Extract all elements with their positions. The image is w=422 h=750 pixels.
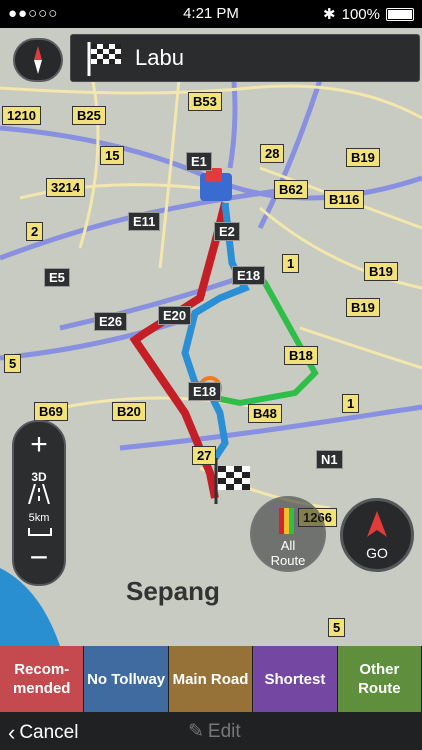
road-label: B25 — [72, 106, 106, 125]
road-label: B116 — [324, 190, 365, 209]
road-label: B53 — [188, 92, 222, 111]
pencil-icon: ✎ — [188, 721, 204, 742]
all-route-button[interactable]: All Route — [250, 496, 326, 572]
all-routes-icon — [279, 508, 294, 534]
road-label: E1 — [186, 152, 212, 171]
scale-bar — [28, 528, 52, 536]
view-mode-3d-button[interactable]: 3D — [14, 470, 64, 484]
battery-percent: 100% — [341, 5, 380, 23]
road-label: E20 — [158, 306, 192, 325]
road-label: E2 — [214, 222, 240, 241]
road-label: 27 — [192, 446, 217, 465]
battery-icon — [386, 7, 414, 21]
destination-name: Labu — [135, 45, 184, 70]
road-label: 3214 — [46, 178, 85, 197]
map-scale-label: 5km — [28, 512, 50, 524]
road-label: 5 — [328, 618, 346, 637]
tab-shortest[interactable]: Shortest — [253, 646, 338, 712]
tab-other-route[interactable]: Other Route — [337, 646, 422, 712]
checkered-flag-icon — [87, 42, 121, 76]
map-place-label: Sepang — [126, 576, 220, 606]
road-label: 1210 — [2, 106, 41, 125]
road-label: E5 — [44, 268, 70, 287]
route-tabs: Recom-mended No Tollway Main Road Shorte… — [0, 646, 422, 712]
go-label: GO — [366, 545, 388, 561]
compass-button[interactable] — [13, 38, 63, 82]
tab-recommended[interactable]: Recom-mended — [0, 646, 85, 712]
road-label: B48 — [248, 404, 282, 423]
bottom-bar: ‹ Cancel ✎ Edit — [0, 712, 422, 750]
zoom-control: + 3D 5km − — [12, 420, 66, 586]
cancel-button[interactable]: ‹ Cancel — [8, 720, 78, 746]
status-bar: ●●○○○ 4:21 PM ✱ 100% — [0, 0, 422, 28]
road-label: 15 — [100, 146, 125, 165]
road-label: 2 — [26, 222, 44, 241]
road-label: E26 — [94, 312, 128, 331]
road-label: B62 — [274, 180, 308, 199]
road-label: B69 — [34, 402, 68, 421]
edit-label: Edit — [207, 720, 241, 742]
edit-button[interactable]: ✎ Edit — [188, 720, 241, 743]
tab-main-road[interactable]: Main Road — [168, 646, 254, 712]
tab-no-tollway[interactable]: No Tollway — [84, 646, 169, 712]
bluetooth-icon: ✱ — [323, 6, 336, 23]
road-label: B19 — [364, 262, 398, 281]
road-label: B19 — [346, 298, 380, 317]
3d-road-icon — [28, 484, 50, 504]
destination-bar[interactable]: Labu — [70, 34, 420, 82]
road-label: E18 — [188, 382, 222, 401]
road-label: 5 — [4, 354, 22, 373]
navigation-arrow-icon — [367, 511, 387, 537]
compass-icon — [34, 46, 42, 74]
go-button[interactable]: GO — [340, 498, 414, 572]
road-label: 1 — [342, 394, 360, 413]
road-label: B18 — [284, 346, 318, 365]
road-label: E11 — [128, 212, 161, 231]
cancel-label: Cancel — [19, 722, 79, 743]
all-route-label-line1: All — [280, 538, 296, 553]
zoom-in-button[interactable]: + — [14, 428, 64, 462]
all-route-label-line2: Route — [270, 553, 306, 568]
chevron-left-icon: ‹ — [8, 720, 16, 745]
zoom-out-button[interactable]: − — [14, 540, 64, 574]
road-label: B19 — [346, 148, 380, 167]
road-label: E18 — [232, 266, 266, 285]
road-label: N1 — [316, 450, 343, 469]
road-label: 1 — [282, 254, 300, 273]
road-label: B20 — [112, 402, 146, 421]
road-label: 28 — [260, 144, 285, 163]
